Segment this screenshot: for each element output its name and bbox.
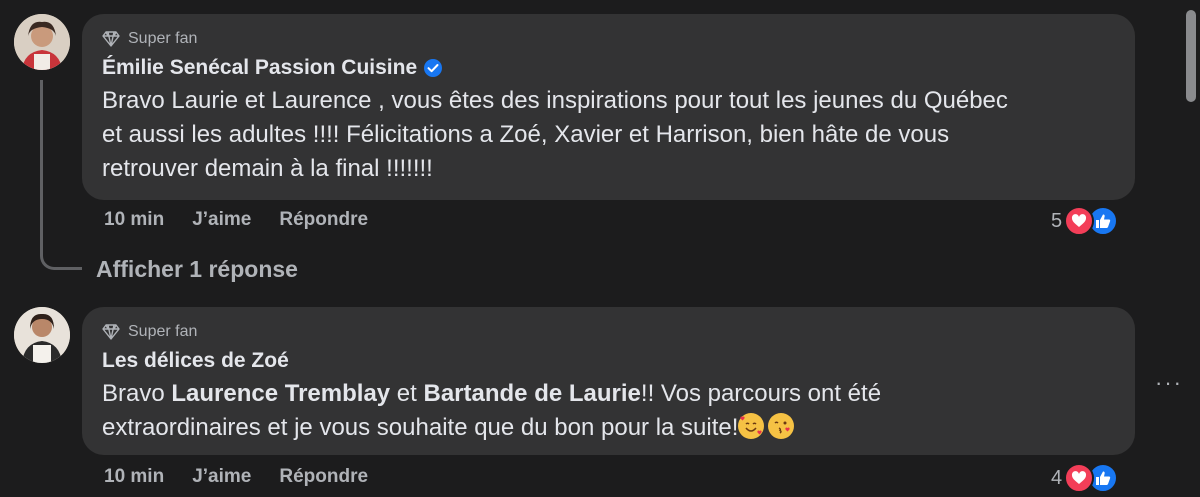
like-button[interactable]: J’aime bbox=[192, 209, 251, 231]
comment-line: Bravo Laurie et Laurence , vous êtes des… bbox=[102, 87, 1008, 114]
more-options-button[interactable]: ··· bbox=[1155, 370, 1183, 396]
reaction-count: 4 bbox=[1051, 466, 1063, 489]
comment-bubble: Super fan Émilie Senécal Passion Cuisine… bbox=[82, 14, 1135, 200]
comment-text: Bravo Laurie et Laurence , vous êtes des… bbox=[102, 84, 1115, 186]
comment-actions: 10 min J’aime Répondre bbox=[104, 209, 368, 231]
reply-button[interactable]: Répondre bbox=[279, 466, 368, 488]
like-button[interactable]: J’aime bbox=[192, 466, 251, 488]
love-reaction-icon bbox=[1064, 206, 1095, 236]
avatar[interactable] bbox=[14, 14, 70, 70]
author-name[interactable]: Émilie Senécal Passion Cuisine bbox=[102, 56, 417, 80]
scrollbar-thumb[interactable] bbox=[1186, 10, 1196, 102]
reply-button[interactable]: Répondre bbox=[279, 209, 368, 231]
thread-connector-line bbox=[40, 80, 82, 270]
love-reaction-icon bbox=[1064, 463, 1095, 493]
comment-text: Bravo Laurence Tremblay et Bartande de L… bbox=[102, 377, 1115, 445]
smiling-face-with-hearts-emoji bbox=[738, 413, 765, 439]
reaction-summary[interactable]: 5 bbox=[1051, 206, 1119, 236]
author-name[interactable]: Les délices de Zoé bbox=[102, 349, 289, 373]
verified-badge-icon bbox=[424, 59, 443, 77]
avatar-image bbox=[14, 307, 70, 363]
reaction-count: 5 bbox=[1051, 209, 1063, 232]
mention-link[interactable]: Bartande de Laurie bbox=[424, 380, 641, 407]
badge-label: Super fan bbox=[128, 323, 198, 340]
comment-line: Bravo Laurence Tremblay et Bartande de L… bbox=[102, 377, 1115, 411]
view-replies-link[interactable]: Afficher 1 réponse bbox=[96, 256, 298, 283]
comment-text-segment: extraordinaires et je vous souhaite que … bbox=[102, 414, 739, 441]
reaction-summary[interactable]: 4 bbox=[1051, 463, 1119, 493]
comment-line: extraordinaires et je vous souhaite que … bbox=[102, 411, 1115, 445]
avatar[interactable] bbox=[14, 307, 70, 363]
avatar-image bbox=[14, 14, 70, 70]
timestamp[interactable]: 10 min bbox=[104, 209, 164, 231]
diamond-icon bbox=[102, 31, 120, 47]
timestamp[interactable]: 10 min bbox=[104, 466, 164, 488]
comment-line: retrouver demain à la final !!!!!!! bbox=[102, 155, 433, 182]
super-fan-badge[interactable]: Super fan bbox=[102, 321, 1115, 343]
badge-label: Super fan bbox=[128, 30, 198, 47]
diamond-icon bbox=[102, 324, 120, 340]
comment-bubble: Super fan Les délices de Zoé Bravo Laure… bbox=[82, 307, 1135, 455]
mention-link[interactable]: Laurence Tremblay bbox=[171, 380, 390, 407]
super-fan-badge[interactable]: Super fan bbox=[102, 28, 1115, 50]
face-blowing-kiss-emoji bbox=[768, 413, 795, 439]
comment-text-segment: et bbox=[390, 380, 424, 407]
comment-actions: 10 min J’aime Répondre bbox=[104, 466, 368, 488]
comment-line: et aussi les adultes !!!! Félicitations … bbox=[102, 121, 950, 148]
comment-text-segment: !! Vos parcours ont été bbox=[640, 380, 882, 407]
comment-text-segment: Bravo bbox=[102, 380, 172, 407]
